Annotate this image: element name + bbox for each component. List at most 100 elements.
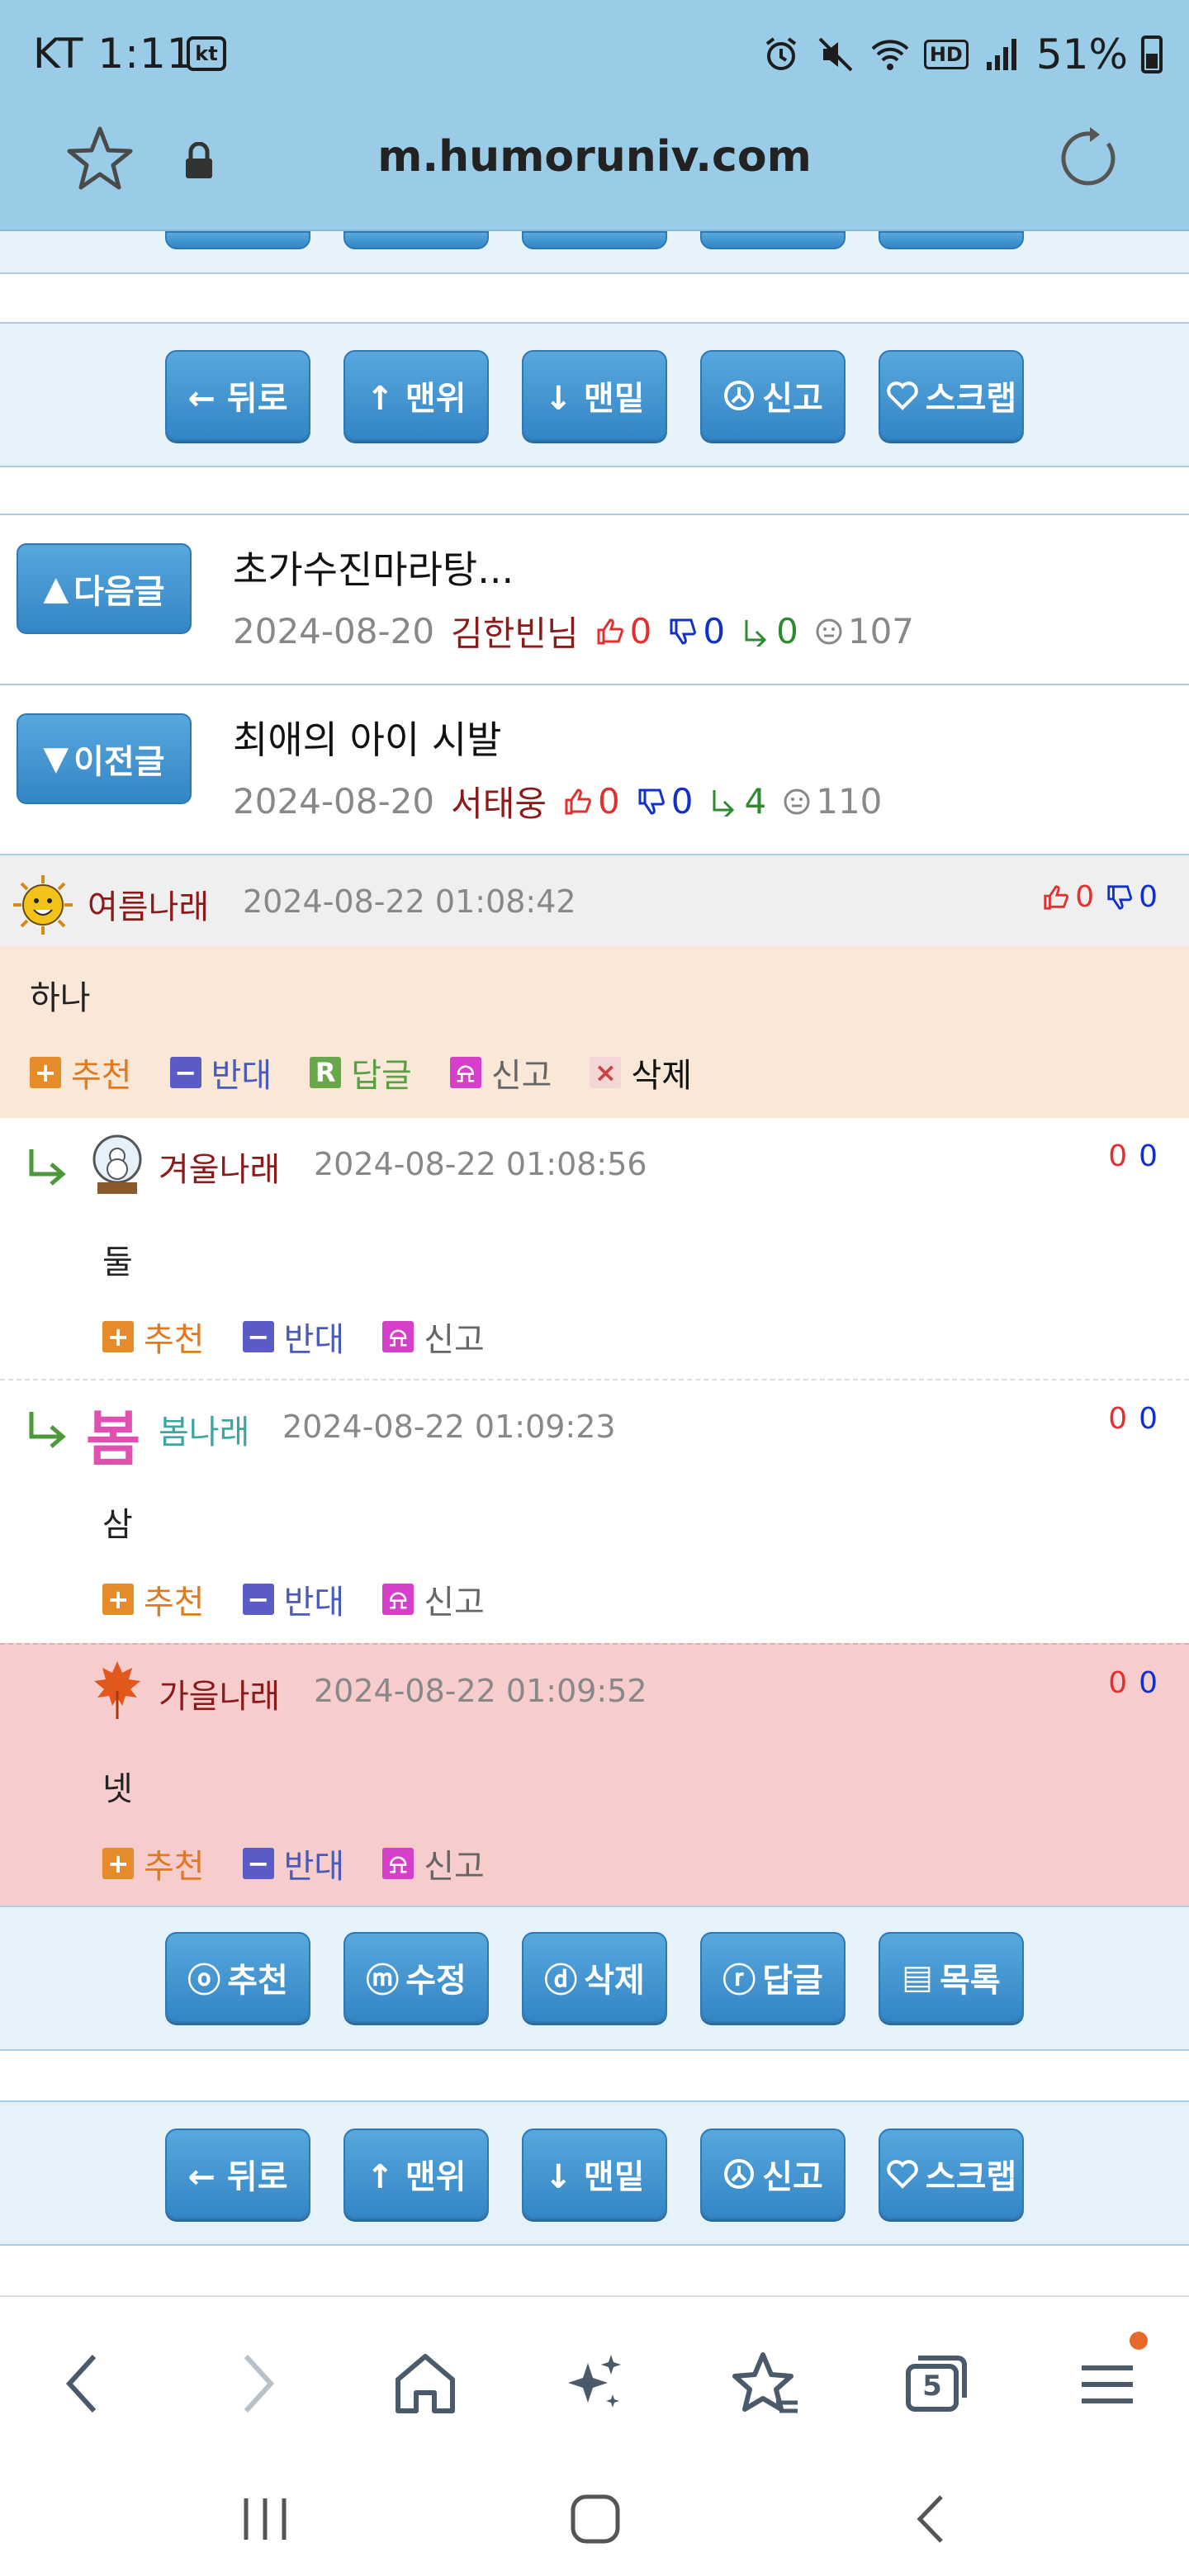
home-icon[interactable] — [388, 2346, 462, 2421]
bookmarks-star-icon[interactable] — [730, 2346, 804, 2421]
wifi-icon — [871, 40, 909, 70]
delete-button[interactable]: × 삭제 — [590, 1049, 692, 1096]
sun-avatar-icon — [13, 875, 73, 935]
post-date: 2024-08-20 — [233, 611, 435, 651]
partial-button[interactable] — [343, 231, 489, 249]
system-back-icon[interactable] — [905, 2490, 963, 2548]
next-post-button[interactable]: ▲ 다음글 — [17, 543, 192, 634]
url-text[interactable]: m.humoruniv.com — [0, 132, 1189, 182]
thumbs-down-icon — [670, 618, 697, 645]
spring-avatar-text: 봄 — [86, 1404, 141, 1474]
siren-icon: ⍾ — [382, 1584, 414, 1615]
reply-post-button[interactable]: ⓡ 답글 — [700, 1932, 846, 2023]
comment-body: 하나 — [30, 979, 91, 1017]
minus-icon: − — [242, 1321, 274, 1352]
back-button[interactable]: ← 뒤로 — [165, 350, 310, 441]
comment-author[interactable]: 봄나래 — [159, 1405, 249, 1453]
heart-icon — [887, 381, 918, 410]
report-comment-button[interactable]: ⍾ 신고 — [382, 1840, 485, 1887]
status-icons: HD 51% — [760, 30, 1163, 79]
top-button[interactable]: ↑ 맨위 — [343, 350, 489, 441]
prev-post-title[interactable]: 최애의 아이 시발 — [233, 710, 501, 765]
delete-post-button[interactable]: ⓓ 삭제 — [522, 1932, 667, 2023]
bottom-button[interactable]: ↓ 맨밑 — [522, 350, 667, 441]
partial-button[interactable] — [700, 231, 846, 249]
next-post-meta: 2024-08-20 김한빈님 0 0 0 107 — [233, 606, 914, 656]
comment-author[interactable]: 가을나래 — [159, 1669, 280, 1717]
battery-percent: 51% — [1035, 31, 1128, 78]
thumbs-down-icon — [638, 788, 665, 815]
prev-post-button[interactable]: ▼ 이전글 — [17, 713, 192, 804]
oppose-button[interactable]: − 반대 — [242, 1313, 344, 1361]
comment-votes: 00 — [1108, 1666, 1158, 1700]
circle-m-icon: ⓜ — [366, 1962, 400, 2000]
list-button[interactable]: ▤ 목록 — [879, 1932, 1024, 2023]
scrap-button[interactable]: 스크랩 — [879, 2129, 1024, 2219]
recommend-button[interactable]: + 추천 — [102, 1313, 205, 1361]
thumbs-up-icon — [1044, 884, 1069, 910]
reply-arrow-icon — [713, 789, 735, 817]
scrap-button[interactable]: 스크랩 — [879, 350, 1024, 441]
partial-button[interactable] — [165, 231, 310, 249]
reload-icon[interactable] — [1057, 125, 1123, 192]
comment-votes: 00 — [1108, 1402, 1158, 1436]
menu-button[interactable] — [1070, 2332, 1148, 2421]
bottom-button[interactable]: ↓ 맨밑 — [522, 2129, 667, 2219]
comment-date: 2024-08-22 01:09:52 — [314, 1673, 647, 1709]
edit-post-button[interactable]: ⓜ 수정 — [343, 1932, 489, 2023]
partial-button[interactable] — [522, 231, 667, 249]
downvote-count: 0 — [668, 611, 725, 651]
snowglobe-avatar-icon — [92, 1134, 142, 1194]
home-button-icon[interactable] — [566, 2490, 624, 2548]
next-post-row[interactable]: ▲ 다음글 초가수진마라탕... 2024-08-20 김한빈님 0 0 0 10… — [0, 514, 1189, 684]
tabs-button[interactable]: 5 — [898, 2346, 973, 2421]
oppose-button[interactable]: − 반대 — [242, 1840, 344, 1887]
up-triangle-icon: ▲ — [43, 570, 69, 608]
oppose-button[interactable]: − 반대 — [242, 1575, 344, 1623]
partial-button[interactable] — [879, 231, 1024, 249]
comment-body: 삼 — [102, 1506, 133, 1544]
recommend-button[interactable]: + 추천 — [30, 1049, 132, 1096]
post-button-bar: ⓞ 추천 ⓜ 수정 ⓓ 삭제 ⓡ 답글 ▤ 목록 — [0, 1906, 1189, 2051]
comment-header: 여름나래 2024-08-22 01:08:42 0 0 — [0, 855, 1189, 946]
sparkle-icon[interactable] — [558, 2346, 632, 2421]
report-icon — [724, 381, 755, 410]
hamburger-menu-icon — [1082, 2365, 1133, 2403]
comment-author[interactable]: 겨울나래 — [159, 1143, 280, 1191]
report-comment-button[interactable]: ⍾ 신고 — [449, 1049, 552, 1096]
recommend-post-button[interactable]: ⓞ 추천 — [165, 1932, 310, 2023]
prev-post-row[interactable]: ▼ 이전글 최애의 아이 시발 2024-08-20 서태웅 0 0 4 110 — [0, 684, 1189, 854]
report-button[interactable]: 신고 — [700, 2129, 846, 2219]
report-comment-button[interactable]: ⍾ 신고 — [382, 1313, 485, 1361]
reply-button[interactable]: R 답글 — [310, 1049, 412, 1096]
post-author: 김한빈님 — [451, 613, 579, 654]
report-comment-button[interactable]: ⍾ 신고 — [382, 1575, 485, 1623]
thumbs-up-icon — [597, 618, 623, 644]
back-button[interactable]: ← 뒤로 — [165, 2129, 310, 2219]
plus-icon: + — [102, 1321, 134, 1352]
comment-author[interactable]: 여름나래 — [88, 880, 209, 928]
recommend-button[interactable]: + 추천 — [102, 1840, 205, 1887]
view-count: 110 — [783, 781, 882, 822]
back-arrow-icon[interactable] — [46, 2346, 121, 2421]
notification-dot — [1130, 2332, 1148, 2350]
recent-apps-icon[interactable] — [236, 2490, 294, 2548]
downvote-count: 0 — [1106, 880, 1158, 914]
post-author: 서태웅 — [451, 784, 547, 824]
browser-bottom-nav: 5 — [0, 2295, 1189, 2460]
next-post-title[interactable]: 초가수진마라탕... — [233, 540, 514, 594]
forward-arrow-icon[interactable] — [220, 2346, 294, 2421]
nav-button-bar-bottom: ← 뒤로 ↑ 맨위 ↓ 맨밑 신고 스크랩 — [0, 2100, 1189, 2246]
comment-actions: + 추천 − 반대 ⍾ 신고 — [102, 1840, 485, 1887]
page: KT 1:11 kt HD 51% m.humoruniv.com ← 뒤로 ↑… — [0, 0, 1189, 2576]
recommend-button[interactable]: + 추천 — [102, 1575, 205, 1623]
reply-arrow-icon — [29, 1412, 66, 1448]
report-button[interactable]: 신고 — [700, 350, 846, 441]
comment-date: 2024-08-22 01:08:42 — [243, 883, 576, 920]
tab-count: 5 — [922, 2370, 942, 2403]
upvote-count: 0 — [1108, 1402, 1128, 1436]
comment-3: 봄 봄나래 2024-08-22 01:09:23 00 삼 + 추천 − 반대 ⍾… — [0, 1380, 1189, 1643]
comment-date: 2024-08-22 01:08:56 — [314, 1146, 647, 1182]
oppose-button[interactable]: − 반대 — [169, 1049, 272, 1096]
top-button[interactable]: ↑ 맨위 — [343, 2129, 489, 2219]
